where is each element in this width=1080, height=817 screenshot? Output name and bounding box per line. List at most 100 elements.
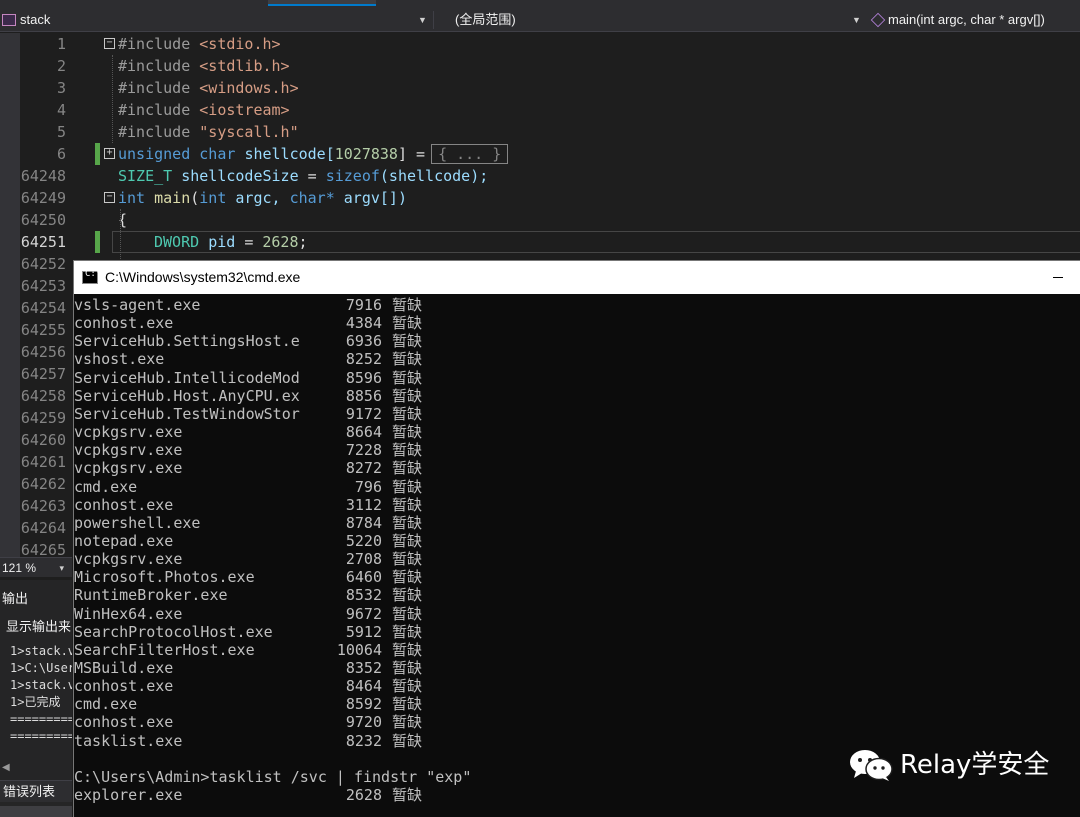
process-row: vcpkgsrv.exe 7228 暂缺 — [74, 441, 1080, 459]
process-services: 暂缺 — [392, 731, 423, 750]
code-line[interactable]: #include <stdlib.h> — [0, 55, 1080, 77]
code-line[interactable]: #include "syscall.h" — [0, 121, 1080, 143]
process-services: 暂缺 — [392, 441, 423, 460]
process-name: conhost.exe — [74, 314, 174, 333]
output-panel: 输出 显示输出来 1>stack.v 1>C:\User 1>stack.v 1>已完… — [0, 580, 72, 817]
code-text: #include <iostream> — [118, 101, 290, 119]
command-prompt-line: C:\Users\Admin>tasklist /svc | findstr "… — [74, 767, 472, 786]
process-services: 暂缺 — [392, 622, 423, 641]
process-pid: 8532 — [345, 586, 382, 605]
process-services: 暂缺 — [392, 386, 423, 405]
line-number: 64259 — [20, 409, 66, 427]
process-row: ServiceHub.IntellicodeMod 8596 暂缺 — [74, 369, 1080, 387]
process-services: 暂缺 — [392, 495, 423, 514]
process-row: conhost.exe 9720 暂缺 — [74, 713, 1080, 731]
process-row: WinHex64.exe 9672 暂缺 — [74, 605, 1080, 623]
process-row: SearchProtocolHost.exe 5912 暂缺 — [74, 623, 1080, 641]
process-row: MSBuild.exe 8352 暂缺 — [74, 659, 1080, 677]
process-row: powershell.exe 8784 暂缺 — [74, 514, 1080, 532]
output-log: 1>stack.v 1>C:\User 1>stack.v 1>已完成 ========… — [10, 643, 72, 745]
process-name: conhost.exe — [74, 495, 174, 514]
code-text: SIZE_T shellcodeSize = sizeof(shellcode)… — [118, 167, 489, 185]
process-pid: 2628 — [345, 786, 382, 805]
code-line[interactable]: − #include <stdio.h> — [0, 33, 1080, 55]
cmd-titlebar[interactable]: C:\ C:\Windows\system32\cmd.exe — [74, 261, 1080, 294]
result-row: explorer.exe 2628 暂缺 — [74, 786, 1080, 804]
scope-label: (全局范围) — [455, 12, 516, 27]
code-line[interactable]: #include <windows.h> — [0, 77, 1080, 99]
process-pid: 2708 — [345, 550, 382, 569]
tab-error-list[interactable]: 错误列表 — [0, 780, 72, 802]
process-services: 暂缺 — [392, 513, 423, 532]
process-row: cmd.exe 796 暂缺 — [74, 478, 1080, 496]
scroll-left-icon[interactable]: ◀ — [2, 762, 10, 773]
project-icon — [2, 14, 16, 26]
minimize-button[interactable] — [1035, 261, 1080, 294]
fold-expand-icon[interactable]: + — [104, 148, 115, 159]
code-line[interactable]: { — [0, 209, 1080, 231]
line-number: 64253 — [20, 277, 66, 295]
console-output[interactable]: vsls-agent.exe 7916 暂缺 conhost.exe 4384 暂缺 Ser… — [74, 295, 1080, 817]
process-row: Microsoft.Photos.exe 6460 暂缺 — [74, 568, 1080, 586]
process-services: 暂缺 — [392, 404, 423, 423]
cmd-window[interactable]: C:\ C:\Windows\system32\cmd.exe vsls-age… — [73, 260, 1080, 817]
console-icon: C:\ — [82, 269, 101, 284]
chevron-down-icon[interactable]: ▼ — [852, 8, 861, 32]
process-services: 暂缺 — [392, 604, 423, 623]
code-text: #include <stdio.h> — [118, 35, 281, 53]
process-row: vshost.exe 8252 暂缺 — [74, 350, 1080, 368]
change-indicator — [95, 231, 100, 253]
process-row: cmd.exe 8592 暂缺 — [74, 695, 1080, 713]
process-services: 暂缺 — [392, 786, 423, 805]
chevron-down-icon[interactable]: ▼ — [418, 8, 427, 32]
active-document-tab[interactable] — [268, 0, 376, 6]
zoom-dropdown[interactable]: 121 % ▾ — [0, 557, 72, 577]
code-line[interactable]: SIZE_T shellcodeSize = sizeof(shellcode)… — [0, 165, 1080, 187]
fold-collapse-icon[interactable]: − — [104, 38, 115, 49]
process-pid: 9672 — [345, 604, 382, 623]
cmd-window-title: C:\Windows\system32\cmd.exe — [105, 269, 301, 285]
process-pid: 4384 — [345, 314, 382, 333]
process-name: conhost.exe — [74, 713, 174, 732]
code-line[interactable]: − int main(int argc, char* argv[]) — [0, 187, 1080, 209]
process-name: vshost.exe — [74, 350, 165, 369]
output-panel-title: 输出 — [2, 591, 29, 606]
process-name: SearchProtocolHost.exe — [74, 622, 273, 641]
project-dropdown[interactable]: stack — [2, 8, 50, 32]
process-services: 暂缺 — [392, 659, 423, 677]
process-name: ServiceHub.TestWindowStor — [74, 404, 300, 423]
process-services: 暂缺 — [392, 568, 423, 587]
method-cube-icon — [870, 12, 886, 28]
line-number: 64260 — [20, 431, 66, 449]
process-row: conhost.exe 4384 暂缺 — [74, 314, 1080, 332]
process-pid: 10064 — [336, 640, 382, 659]
line-number: 64256 — [20, 343, 66, 361]
process-services: 暂缺 — [392, 314, 423, 333]
process-services: 暂缺 — [392, 350, 423, 369]
output-line: 1>C:\User — [10, 661, 72, 675]
output-source-label[interactable]: 显示输出来 — [6, 616, 71, 635]
line-number: 64258 — [20, 387, 66, 405]
fold-collapse-icon[interactable]: − — [104, 192, 115, 203]
wechat-icon — [850, 750, 893, 781]
line-number: 64263 — [20, 497, 66, 515]
line-number: 64265 — [20, 541, 66, 557]
process-row: SearchFilterHost.exe 10064 暂缺 — [74, 641, 1080, 659]
code-text: #include "syscall.h" — [118, 123, 299, 141]
current-code-line[interactable]: DWORD pid = 2628; — [0, 231, 1080, 253]
code-line[interactable]: + unsigned char shellcode[1027838] ={ ..… — [0, 143, 1080, 165]
process-services: 暂缺 — [392, 695, 423, 714]
collapsed-region[interactable]: { ... } — [431, 144, 509, 164]
scope-dropdown[interactable]: (全局范围) — [455, 8, 516, 32]
code-line[interactable]: #include <iostream> — [0, 99, 1080, 121]
panel-tab[interactable] — [0, 806, 72, 817]
process-name: WinHex64.exe — [74, 604, 183, 623]
process-name: tasklist.exe — [74, 731, 183, 750]
line-number: 64252 — [20, 255, 66, 273]
process-row: vcpkgsrv.exe 8272 暂缺 — [74, 459, 1080, 477]
process-pid: 6460 — [345, 568, 382, 587]
process-pid: 8596 — [345, 368, 382, 387]
process-services: 暂缺 — [392, 586, 423, 605]
member-dropdown[interactable]: main(int argc, char * argv[]) — [870, 8, 1045, 32]
chevron-down-icon[interactable]: ▾ — [59, 558, 64, 578]
